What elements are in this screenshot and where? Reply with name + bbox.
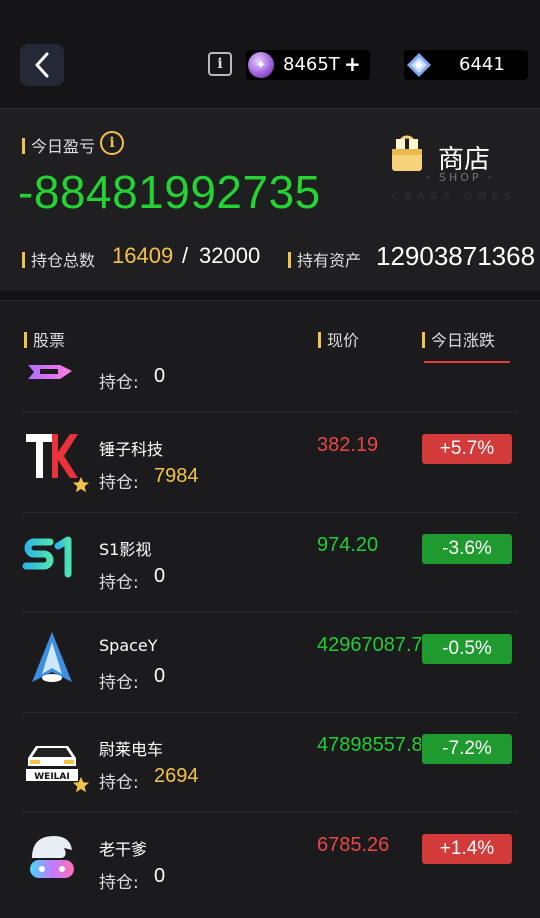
pl-value: -88481992735 (18, 166, 321, 218)
gem-balance: 6441 (404, 50, 528, 80)
assets-value: 12903871368 (376, 241, 536, 271)
stock-name: SpaceY (99, 636, 158, 655)
holdings-label: 持仓: (99, 773, 139, 793)
gamer-logo-icon (30, 836, 74, 878)
shop-sublabel: · SHOP · (426, 171, 495, 184)
stock-row[interactable]: 老干爹 持仓: 0 6785.26 +1.4% (22, 812, 518, 912)
change-badge: +1.4% (422, 834, 512, 864)
holdings-label: 持仓: (99, 873, 139, 893)
stock-name: 锤子科技 (99, 440, 164, 459)
holdings-value: 0 (154, 865, 166, 887)
change-badge: -0.5% (422, 634, 512, 664)
weilai-logo-text: WEILAI (34, 772, 69, 782)
summary-panel: 今日盈亏 i -88481992735 持仓总数 16409 / 32000 持… (0, 108, 540, 291)
assets-label: 持有资产 (288, 247, 361, 271)
change-badge: -7.2% (422, 734, 512, 764)
positions-total: 32000 (199, 243, 261, 268)
top-bar: i ✦ 8465T + 6441 (0, 0, 540, 108)
holdings-value: 0 (154, 665, 166, 687)
gem-value: 6441 (459, 54, 505, 75)
change-badge: -3.6% (422, 534, 512, 564)
stock-logo-icon (28, 365, 72, 379)
info-circle-icon[interactable]: i (100, 131, 124, 155)
holdings-value: 2694 (154, 765, 199, 787)
holdings-value: 0 (154, 565, 166, 587)
stock-price: 382.19 (317, 434, 379, 456)
stock-price: 974.20 (317, 534, 379, 556)
holdings-label: 持仓: (99, 673, 139, 693)
positions-label: 持仓总数 (22, 247, 95, 271)
diamond-icon (407, 53, 431, 77)
stock-name: S1影视 (99, 540, 152, 559)
s1-logo-icon (22, 536, 72, 578)
stock-name: 老干爹 (99, 840, 148, 859)
pl-label: 今日盈亏 (22, 133, 95, 157)
holdings-label: 持仓: (99, 473, 139, 493)
holdings-label: 持仓: (99, 573, 139, 593)
stock-row[interactable]: 锤子科技 持仓: 7984 382.19 +5.7% (22, 412, 518, 513)
back-button[interactable] (20, 44, 64, 86)
chevron-left-icon (35, 52, 49, 78)
stock-row[interactable]: S1影视 持仓: 0 974.20 -3.6% (22, 512, 518, 613)
holdings-value: 7984 (154, 465, 199, 487)
positions-separator: / (182, 243, 189, 268)
stock-row[interactable]: SpaceY 持仓: 0 42967087.72 -0.5% (22, 612, 518, 713)
stock-name: 尉莱电车 (99, 740, 164, 759)
star-icon (72, 776, 90, 793)
holdings-label: 持仓: (99, 373, 139, 393)
positions-held: 16409 (112, 243, 174, 268)
stock-price: 6785.26 (317, 834, 390, 856)
change-badge: +5.7% (422, 434, 512, 464)
stock-price: 42967087.72 (317, 634, 421, 656)
coin-balance: ✦ 8465T + (246, 50, 370, 80)
star-icon (72, 476, 90, 493)
shop-watermark: CRAZY ONES (392, 191, 517, 202)
stock-price: 47898557.86 (317, 734, 421, 756)
shop-button[interactable]: 商店 · SHOP · CRAZY ONES (382, 131, 522, 207)
coin-icon: ✦ (248, 52, 274, 78)
stock-list-panel: 股票 现价 今日涨跌 持仓: 0 锤子科技 持仓: 7984 382.19 +5… (0, 300, 540, 918)
add-coins-button[interactable]: + (344, 52, 361, 76)
shop-bag-icon (392, 135, 422, 171)
coin-value: 8465T (283, 54, 340, 75)
stock-row[interactable]: 持仓: 0 (22, 301, 518, 413)
stock-row[interactable]: WEILAI 尉莱电车 持仓: 2694 47898557.86 -7.2% (22, 712, 518, 813)
info-icon[interactable]: i (208, 52, 232, 76)
holdings-value: 0 (154, 365, 166, 387)
rocket-logo-icon (32, 632, 72, 682)
